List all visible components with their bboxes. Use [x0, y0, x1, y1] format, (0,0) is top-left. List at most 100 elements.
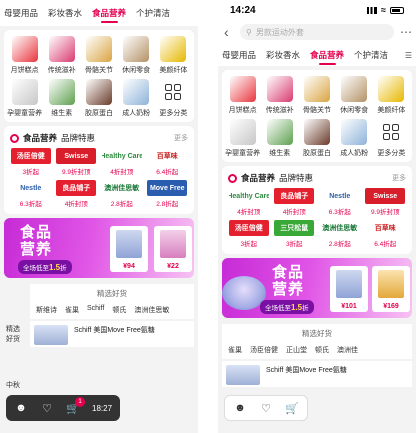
heart-icon[interactable]: ♡ [40, 401, 54, 415]
brand-item[interactable]: 百草味 6.4折起 [363, 220, 409, 248]
back-icon[interactable]: ‹ [224, 24, 234, 40]
category-item[interactable]: 胶原蛋白 [80, 79, 117, 118]
tab-food-nutrition[interactable]: 食品营养 [92, 3, 126, 23]
pick-tab[interactable]: 斯维诗 [36, 305, 57, 315]
brand-more-link[interactable]: 更多 [174, 133, 188, 143]
brand-item[interactable]: 澳洲佳思敏 2.8折起 [99, 180, 145, 208]
picks-brand-tabs: 雀巢 汤臣倍健 正山堂 顿氏 澳洲佳 [222, 341, 412, 359]
banner-product-1[interactable]: ¥101 [330, 266, 368, 312]
banner-product-2[interactable]: ¥22 [154, 226, 192, 272]
category-item[interactable]: 成人奶粉 [118, 79, 155, 118]
grid-icon [162, 81, 184, 103]
category-item[interactable]: 维生素 [261, 119, 298, 158]
promo-banner[interactable]: 食品 营养 全场低至1.5折 ¥101 ¥169 [222, 258, 412, 318]
product-thumbnail [226, 365, 260, 385]
brand-item[interactable]: 百草味 6.4折起 [145, 148, 191, 176]
pick-tab[interactable]: 雀巢 [228, 345, 242, 355]
brand-logo: Healthy Care [101, 148, 142, 164]
tab-personal-care[interactable]: 个护清洁 [136, 3, 170, 23]
brand-item[interactable]: 澳洲佳思敏 2.8折起 [317, 220, 363, 248]
brand-item[interactable]: 良品铺子 4折封顶 [54, 180, 100, 208]
brand-discount: 3折起 [22, 169, 40, 176]
category-item[interactable]: 胶原蛋白 [298, 119, 335, 158]
category-item[interactable]: 更多分类 [373, 119, 410, 158]
product-row[interactable]: Schiff 美国Move Free氨糖 [30, 321, 194, 347]
category-label: 成人奶粉 [340, 150, 369, 157]
brand-logo: Move Free [147, 180, 188, 196]
banner-product-1[interactable]: ¥94 [110, 226, 148, 272]
brand-item[interactable]: 汤臣倍健 3折起 [8, 148, 54, 176]
category-item[interactable]: 孕婴童营养 [6, 79, 43, 118]
brand-logo: 澳洲佳思敏 [101, 180, 142, 196]
brand-item[interactable]: Healthy Care 4折封顶 [99, 148, 145, 176]
pick-tab[interactable]: 澳洲佳 [337, 345, 358, 355]
pick-tab[interactable]: 顿氏 [112, 305, 126, 315]
brand-item[interactable]: Swisse 9.9折封顶 [54, 148, 100, 176]
battery-icon [390, 6, 404, 14]
brand-more-link[interactable]: 更多 [392, 173, 406, 183]
category-item[interactable]: 维生素 [43, 79, 80, 118]
search-input[interactable]: ⚲ 男款运动外套 [240, 24, 394, 40]
tab-cosmetics[interactable]: 彩妆香水 [266, 45, 300, 65]
pick-tab[interactable]: 汤臣倍健 [250, 345, 278, 355]
category-item[interactable]: 成人奶粉 [336, 119, 373, 158]
user-icon[interactable]: ☻ [14, 401, 28, 415]
brand-discount: 6.3折起 [328, 209, 351, 216]
category-image [229, 119, 256, 145]
category-image [266, 76, 293, 102]
category-item[interactable]: 月饼糕点 [224, 76, 261, 115]
banner-title: 食品 营养 [272, 264, 305, 298]
promo-banner[interactable]: 食品 营养 全场低至1.5折 ¥94 ¥22 [4, 218, 194, 278]
category-item[interactable]: 骨骼关节 [80, 36, 117, 75]
tab-cosmetics[interactable]: 彩妆香水 [48, 3, 82, 23]
brand-discount: 4折封顶 [64, 201, 88, 208]
brand-item[interactable]: 汤臣倍健 3折起 [226, 220, 272, 248]
brand-item[interactable]: 良品铺子 4折封顶 [272, 188, 318, 216]
category-image [303, 76, 330, 102]
product-thumbnail [34, 325, 68, 345]
brand-item[interactable]: Healthy Care 4折封顶 [226, 188, 272, 216]
category-item[interactable]: 美颜纤体 [155, 36, 192, 75]
category-item[interactable]: 休闲零食 [336, 76, 373, 115]
banner-product-2[interactable]: ¥169 [372, 266, 410, 312]
pick-tab[interactable]: 澳洲佳思敏 [134, 305, 169, 315]
category-image [11, 79, 38, 105]
category-item[interactable]: 孕婴童营养 [224, 119, 261, 158]
category-item[interactable]: 休闲零食 [118, 36, 155, 75]
tab-food-nutrition[interactable]: 食品营养 [310, 45, 344, 65]
tab-personal-care[interactable]: 个护清洁 [354, 45, 388, 65]
search-bar: ‹ ⚲ 男款运动外套 ⋯ [218, 20, 416, 44]
pick-tab[interactable]: 雀巢 [65, 305, 79, 315]
pick-tab[interactable]: 正山堂 [286, 345, 307, 355]
floating-toolbar: ☻ ♡ 🛒 1 18:27 [6, 395, 121, 421]
cart-icon[interactable]: 🛒 [285, 401, 299, 415]
tabs-more-icon[interactable]: ☰ [405, 51, 412, 60]
category-label: 传统滋补 [47, 67, 76, 74]
brand-logo: 良品铺子 [274, 188, 315, 204]
pick-tab[interactable]: 顿氏 [315, 345, 329, 355]
category-item[interactable]: 骨骼关节 [298, 76, 335, 115]
category-item[interactable]: 更多分类 [155, 79, 192, 118]
cart-icon[interactable]: 🛒 1 [66, 397, 85, 415]
category-item[interactable]: 月饼糕点 [6, 36, 43, 75]
brand-item[interactable]: Move Free 2.8折起 [145, 180, 191, 208]
tab-maternity[interactable]: 母婴用品 [222, 45, 256, 65]
category-item[interactable]: 美颜纤体 [373, 76, 410, 115]
product-row[interactable]: Schiff 美国Move Free氨糖 [222, 361, 412, 387]
category-item[interactable]: 传统滋补 [43, 36, 80, 75]
more-icon[interactable]: ⋯ [400, 25, 412, 39]
category-label: 月饼糕点 [228, 107, 257, 114]
brand-item[interactable]: Nestle 6.3折起 [8, 180, 54, 208]
brand-discount: 6.3折起 [19, 201, 42, 208]
brand-item[interactable]: Nestle 6.3折起 [317, 188, 363, 216]
heart-icon[interactable]: ♡ [259, 401, 273, 415]
user-icon[interactable]: ☻ [233, 401, 247, 415]
brand-logo: 良品铺子 [56, 180, 97, 196]
tab-maternity[interactable]: 母婴用品 [4, 3, 38, 23]
category-item[interactable]: 传统滋补 [261, 76, 298, 115]
brand-item[interactable]: 三只松鼠 3折起 [272, 220, 318, 248]
pick-tab[interactable]: Schiff [87, 305, 104, 315]
category-image [85, 79, 112, 105]
category-label: 维生素 [51, 110, 73, 117]
brand-item[interactable]: Swisse 9.9折封顶 [363, 188, 409, 216]
